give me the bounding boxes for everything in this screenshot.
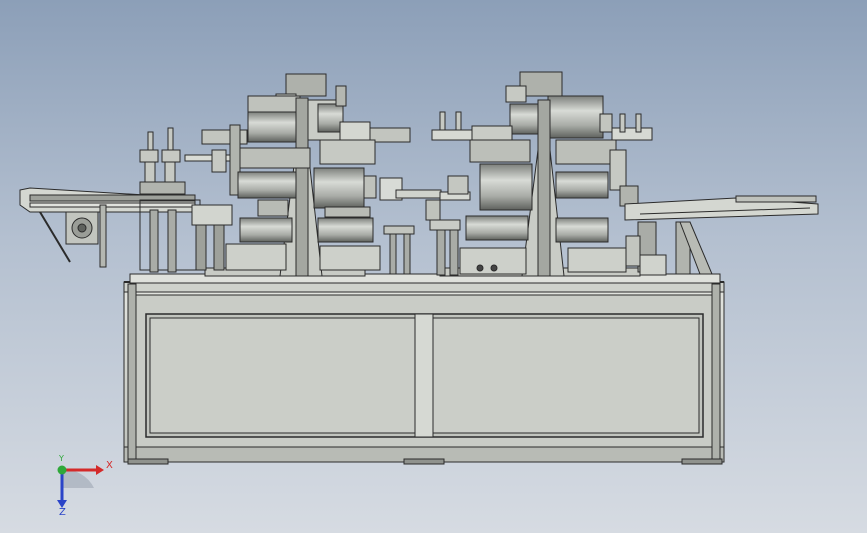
left-station xyxy=(201,73,442,277)
left-conveyor xyxy=(19,187,233,273)
machine-assembly-model[interactable] xyxy=(0,0,867,533)
base-frame xyxy=(123,281,725,465)
y-axis-label: Y xyxy=(59,454,64,463)
coordinate-triad: X Y Z xyxy=(48,452,118,522)
z-axis-label: Z xyxy=(59,507,66,518)
right-station xyxy=(431,71,653,277)
graphics-viewport[interactable]: X Y Z xyxy=(0,0,867,533)
x-axis-label: X xyxy=(106,460,113,471)
right-conveyor xyxy=(624,195,819,276)
y-axis-dot xyxy=(57,465,67,475)
